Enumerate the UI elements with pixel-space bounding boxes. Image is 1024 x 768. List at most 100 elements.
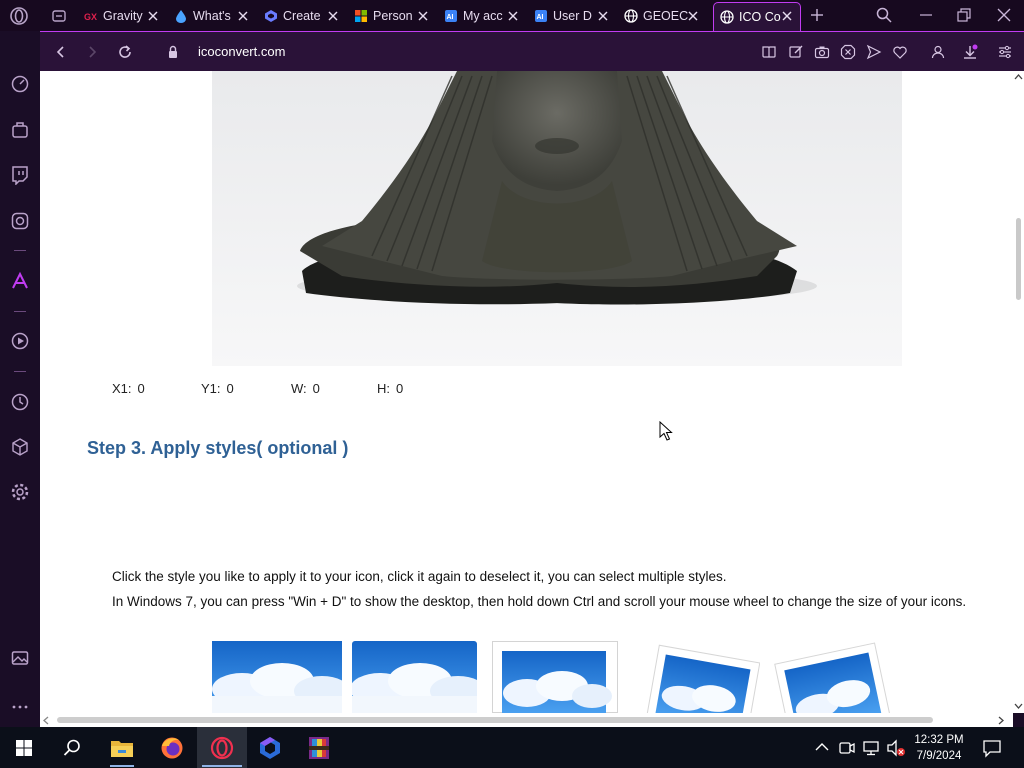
close-tab-icon[interactable] (780, 9, 794, 23)
clock-time: 12:32 PM (914, 734, 964, 746)
opera-gx-icon[interactable] (209, 735, 235, 761)
coord-value: 0 (226, 381, 234, 396)
windows-start-icon[interactable] (11, 735, 37, 761)
url-field[interactable]: icoconvert.com (198, 44, 285, 59)
search-icon[interactable] (59, 735, 85, 761)
scroll-right-icon[interactable] (997, 716, 1005, 725)
address-bar: icoconvert.com (40, 31, 1024, 71)
coord-x1: X1: 0 (112, 381, 145, 396)
instagram-icon[interactable] (10, 211, 30, 231)
tab-5[interactable]: AI My acc (440, 3, 522, 29)
statue-image-crop-area[interactable] (212, 71, 902, 366)
more-options-icon[interactable] (10, 697, 30, 717)
azure-ai-icon: AI (444, 9, 458, 23)
aria-icon[interactable] (10, 271, 30, 291)
tab-menu-icon[interactable] (51, 8, 67, 24)
svg-text:GX: GX (84, 12, 97, 22)
coord-label: X1: (112, 381, 132, 396)
coord-label: H: (377, 381, 390, 396)
step-3-heading: Step 3. Apply styles( optional ) (87, 438, 349, 458)
clock[interactable]: 12:32 PM 7/9/2024 (905, 732, 973, 764)
scroll-down-icon[interactable] (1014, 702, 1023, 710)
lock-icon[interactable] (165, 44, 181, 60)
twitch-icon[interactable] (10, 165, 30, 185)
restore-icon[interactable] (955, 6, 973, 24)
style-option-tilted-left[interactable] (640, 641, 760, 713)
vertical-scroll-thumb[interactable] (1016, 218, 1021, 300)
vertical-scrollbar[interactable] (1013, 71, 1024, 713)
close-window-icon[interactable] (995, 6, 1013, 24)
new-tab-icon[interactable] (809, 7, 825, 23)
tab-4[interactable]: Person (350, 3, 432, 29)
close-tab-icon[interactable] (236, 9, 250, 23)
sidebar (0, 31, 40, 727)
close-tab-icon[interactable] (146, 9, 160, 23)
coord-label: W: (291, 381, 307, 396)
gx-icon: GX (84, 9, 98, 23)
microsoft-icon (354, 9, 368, 23)
tab-1[interactable]: GX Gravity (80, 3, 162, 29)
reader-mode-icon[interactable] (761, 44, 777, 60)
firefox-icon[interactable] (159, 735, 185, 761)
close-tab-icon[interactable] (506, 9, 520, 23)
easy-setup-icon[interactable] (997, 44, 1013, 60)
tab-3[interactable]: Create (260, 3, 342, 29)
back-icon[interactable] (52, 44, 68, 60)
horizontal-scroll-thumb[interactable] (57, 717, 933, 723)
edit-icon[interactable] (788, 44, 804, 60)
wallpaper-icon[interactable] (10, 648, 30, 668)
camera-icon[interactable] (814, 44, 830, 60)
tab-8[interactable]: ICO Co (713, 2, 801, 31)
tab-6[interactable]: AI User D (530, 3, 612, 29)
coord-label: Y1: (201, 381, 221, 396)
instruction-line-1: Click the style you like to apply it to … (112, 569, 727, 584)
settings-gear-icon[interactable] (10, 482, 30, 502)
style-option-rounded[interactable] (352, 641, 477, 713)
notifications-icon[interactable] (982, 738, 1002, 758)
minimize-icon[interactable] (917, 6, 935, 24)
horizontal-scrollbar[interactable] (40, 713, 1013, 727)
reload-icon[interactable] (117, 44, 133, 60)
speed-dial-icon[interactable] (10, 74, 30, 94)
scroll-up-icon[interactable] (1014, 73, 1023, 81)
windows-taskbar: 12:32 PM 7/9/2024 (0, 727, 1024, 768)
history-icon[interactable] (10, 392, 30, 412)
network-icon[interactable] (862, 739, 880, 757)
extensions-cube-icon[interactable] (10, 437, 30, 457)
globe-icon (624, 9, 638, 23)
file-explorer-icon[interactable] (109, 735, 135, 761)
style-option-tilted-right[interactable] (770, 641, 895, 713)
svg-text:AI: AI (447, 14, 454, 21)
opera-running-indicator (202, 765, 242, 767)
volume-muted-icon[interactable] (886, 739, 906, 757)
globe-icon (720, 10, 734, 24)
show-hidden-icons-icon[interactable] (814, 741, 830, 753)
coord-value: 0 (396, 381, 404, 396)
web-page: X1: 0 Y1: 0 W: 0 H: 0 Step 3. Apply styles( opt… (40, 71, 1013, 713)
close-tab-icon[interactable] (416, 9, 430, 23)
heart-icon[interactable] (892, 44, 908, 60)
copilot-icon[interactable] (257, 735, 283, 761)
tab-2[interactable]: What's (170, 3, 252, 29)
profile-icon[interactable] (930, 44, 946, 60)
winrar-icon[interactable] (306, 735, 332, 761)
scroll-left-icon[interactable] (42, 716, 50, 725)
tab-7[interactable]: GEOEC (620, 3, 702, 29)
close-tab-icon[interactable] (596, 9, 610, 23)
copilot-icon (264, 9, 278, 23)
opera-gx-logo-icon[interactable] (9, 6, 29, 26)
adblock-icon[interactable] (840, 44, 856, 60)
meet-now-icon[interactable] (838, 739, 856, 757)
download-icon[interactable] (962, 44, 978, 60)
player-icon[interactable] (10, 331, 30, 351)
search-tabs-icon[interactable] (875, 6, 893, 24)
close-tab-icon[interactable] (326, 9, 340, 23)
gx-corner-icon[interactable] (10, 120, 30, 140)
send-icon[interactable] (866, 44, 882, 60)
explorer-running-indicator (110, 765, 134, 767)
style-option-framed[interactable] (492, 641, 618, 713)
style-option-plain[interactable] (212, 641, 342, 713)
forward-icon[interactable] (85, 44, 101, 60)
close-tab-icon[interactable] (686, 9, 700, 23)
sidebar-divider (14, 371, 26, 372)
